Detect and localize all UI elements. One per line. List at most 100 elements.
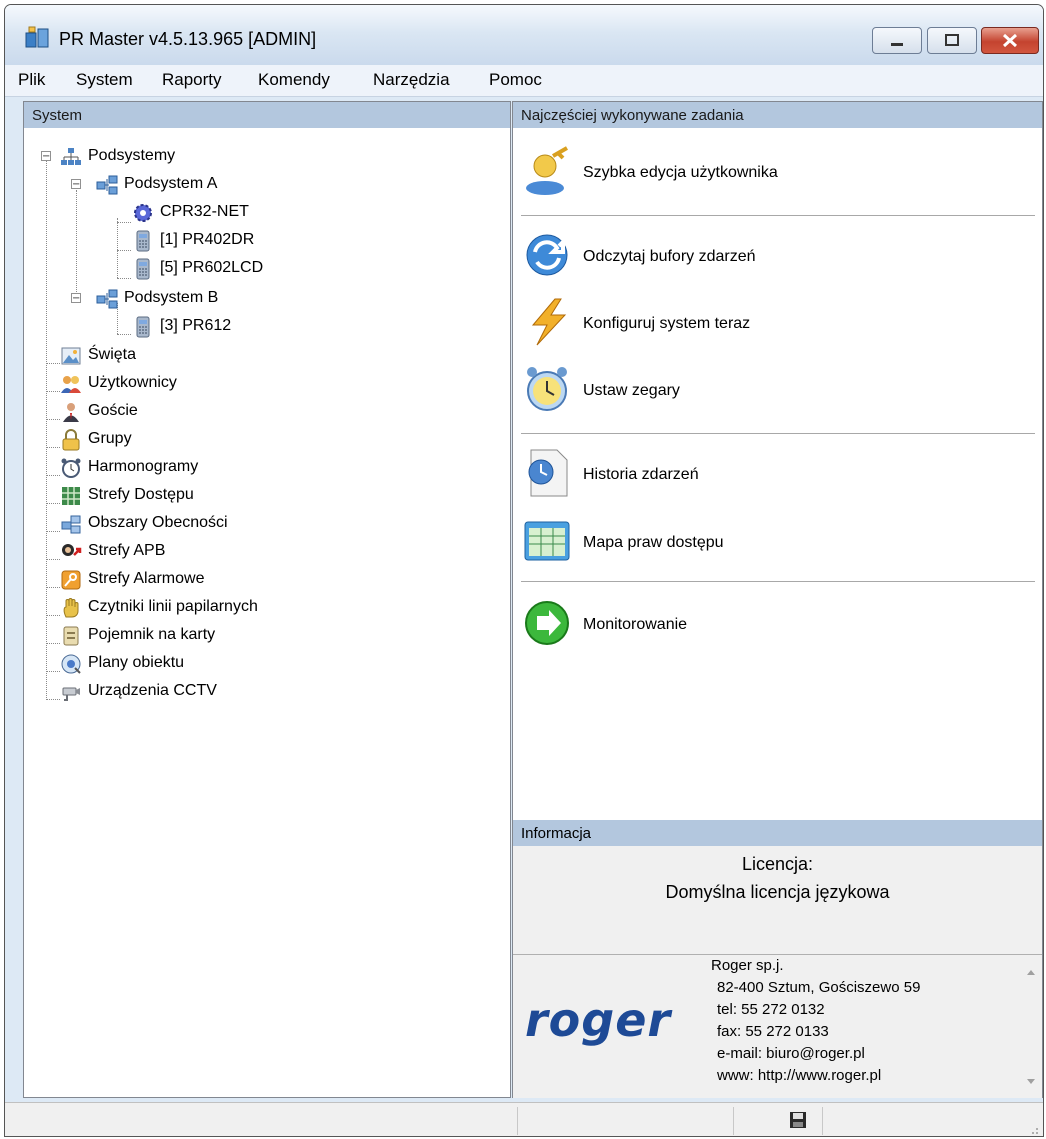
company-line: 82-400 Sztum, Gościszewo 59 — [717, 979, 921, 996]
task-label: Szybka edycja użytkownika — [583, 164, 778, 181]
tree-label: [1] PR402DR — [160, 231, 255, 248]
tree-label: Strefy Dostępu — [88, 486, 194, 503]
info-scrollbar[interactable] — [1022, 961, 1040, 1091]
tree-label: Goście — [88, 402, 138, 419]
task-event-history[interactable]: Historia zdarzeń — [523, 444, 1033, 504]
title-bar: PR Master v4.5.13.965 [ADMIN] — [5, 5, 1043, 67]
menu-narzedzia[interactable]: Narzędzia — [373, 70, 450, 90]
minimize-icon — [891, 43, 903, 46]
tree-label: Urządzenia CCTV — [88, 682, 217, 699]
task-set-clocks[interactable]: Ustaw zegary — [523, 360, 1033, 420]
status-bar — [5, 1102, 1043, 1136]
tasks-panel-header: Najczęściej wykonywane zadania — [513, 102, 1042, 128]
tree-label: Strefy Alarmowe — [88, 570, 205, 587]
task-access-rights-map[interactable]: Mapa praw dostępu — [523, 512, 1033, 572]
close-icon — [1002, 33, 1018, 48]
picture-icon — [61, 347, 81, 365]
menu-plik[interactable]: Plik — [18, 70, 45, 90]
system-panel-header: System — [24, 102, 510, 128]
network-icon — [61, 148, 81, 165]
subsystem-icon — [96, 175, 118, 195]
card-box-icon — [63, 626, 79, 646]
guest-icon — [63, 403, 79, 422]
menu-bar: Plik System Raporty Komendy Narzędzia Po… — [5, 65, 1043, 97]
task-read-event-buffers[interactable]: Odczytaj bufory zdarzeń — [523, 226, 1033, 286]
license-value: Domyślna licencja językowa — [665, 882, 890, 902]
tree-label: Święta — [88, 346, 137, 363]
resize-grip-icon[interactable] — [1027, 1123, 1039, 1135]
camera-icon — [62, 687, 80, 701]
controller-icon — [136, 316, 150, 338]
menu-raporty[interactable]: Raporty — [162, 70, 222, 90]
expander-podsystem-b[interactable]: − — [71, 293, 81, 304]
tree-label: Grupy — [88, 430, 132, 447]
tree-label: Użytkownicy — [88, 374, 177, 391]
tree-label: [5] PR602LCD — [160, 259, 264, 276]
tree-label: Podsystemy — [88, 147, 176, 164]
lock-icon — [62, 429, 80, 451]
system-tree-panel: System − − − Podsystemy Podsystem A CPR3… — [23, 101, 511, 1098]
tree-label: Harmonogramy — [88, 458, 199, 475]
expander-podsystem-a[interactable]: − — [71, 179, 81, 190]
company-line: tel: 55 272 0132 — [717, 1001, 825, 1018]
tree-label: Plany obiektu — [88, 654, 185, 671]
company-logo: roger — [525, 993, 672, 1047]
menu-komendy[interactable]: Komendy — [258, 70, 330, 90]
restore-icon — [945, 34, 959, 46]
tree-label: Czytniki linii papilarnych — [88, 598, 258, 615]
license-title: Licencja: — [741, 854, 814, 874]
task-separator — [521, 581, 1035, 582]
minimize-button[interactable] — [872, 27, 922, 54]
company-line: e-mail: biuro@roger.pl — [717, 1045, 865, 1062]
menu-pomoc[interactable]: Pomoc — [489, 70, 542, 90]
map-icon — [61, 654, 81, 674]
alarm-zone-icon — [61, 570, 81, 590]
company-info: roger Roger sp.j. 82-400 Sztum, Gościsze… — [513, 954, 1042, 1098]
task-label: Konfiguruj system teraz — [583, 315, 751, 332]
task-label: Odczytaj bufory zdarzeń — [583, 248, 756, 265]
task-label: Historia zdarzeń — [583, 466, 699, 483]
main-window: PR Master v4.5.13.965 [ADMIN] Plik Syste… — [4, 4, 1044, 1137]
hand-icon — [63, 598, 79, 618]
lightning-icon — [531, 298, 567, 346]
task-separator — [521, 433, 1035, 434]
access-map-icon — [524, 521, 570, 561]
license-info: Licencja: Domyślna licencja językowa — [513, 846, 1042, 954]
close-button[interactable] — [981, 27, 1039, 54]
play-icon — [525, 601, 569, 645]
refresh-icon — [526, 234, 568, 276]
task-quick-user-edit[interactable]: Szybka edycja użytkownika — [523, 142, 1033, 202]
task-monitoring[interactable]: Monitorowanie — [523, 594, 1033, 654]
tasks-panel: Najczęściej wykonywane zadania Szybka ed… — [512, 101, 1043, 1098]
expander-podsystemy[interactable]: − — [41, 151, 51, 162]
clock-icon — [527, 367, 567, 411]
controller-icon — [136, 230, 150, 252]
task-label: Ustaw zegary — [583, 382, 680, 399]
tree-label: [3] PR612 — [160, 317, 232, 334]
apb-icon — [62, 544, 82, 556]
floppy-icon[interactable] — [789, 1111, 807, 1129]
grid-icon — [62, 487, 80, 505]
history-icon — [528, 449, 568, 497]
tree-label: Obszary Obecności — [88, 514, 228, 531]
users-icon — [61, 376, 81, 393]
tree-label: Strefy APB — [88, 542, 166, 559]
gear-icon — [134, 204, 152, 222]
task-configure-system[interactable]: Konfiguruj system teraz — [523, 293, 1033, 353]
tree-label: CPR32-NET — [160, 203, 249, 220]
company-line: www: http://www.roger.pl — [717, 1067, 882, 1084]
company-line: Roger sp.j. — [711, 957, 784, 974]
task-label: Mapa praw dostępu — [583, 534, 724, 551]
task-label: Monitorowanie — [583, 616, 688, 633]
subsystem-icon — [96, 289, 118, 309]
window-title: PR Master v4.5.13.965 [ADMIN] — [59, 29, 317, 49]
maximize-button[interactable] — [927, 27, 977, 54]
menu-system[interactable]: System — [76, 70, 133, 90]
attendance-icon — [61, 515, 81, 534]
tree-label: Pojemnik na karty — [88, 626, 216, 643]
tree-label: Podsystem B — [124, 289, 219, 306]
company-line: fax: 55 272 0133 — [717, 1023, 829, 1040]
controller-icon — [136, 258, 150, 280]
task-separator — [521, 215, 1035, 216]
alarm-clock-icon — [61, 458, 81, 478]
